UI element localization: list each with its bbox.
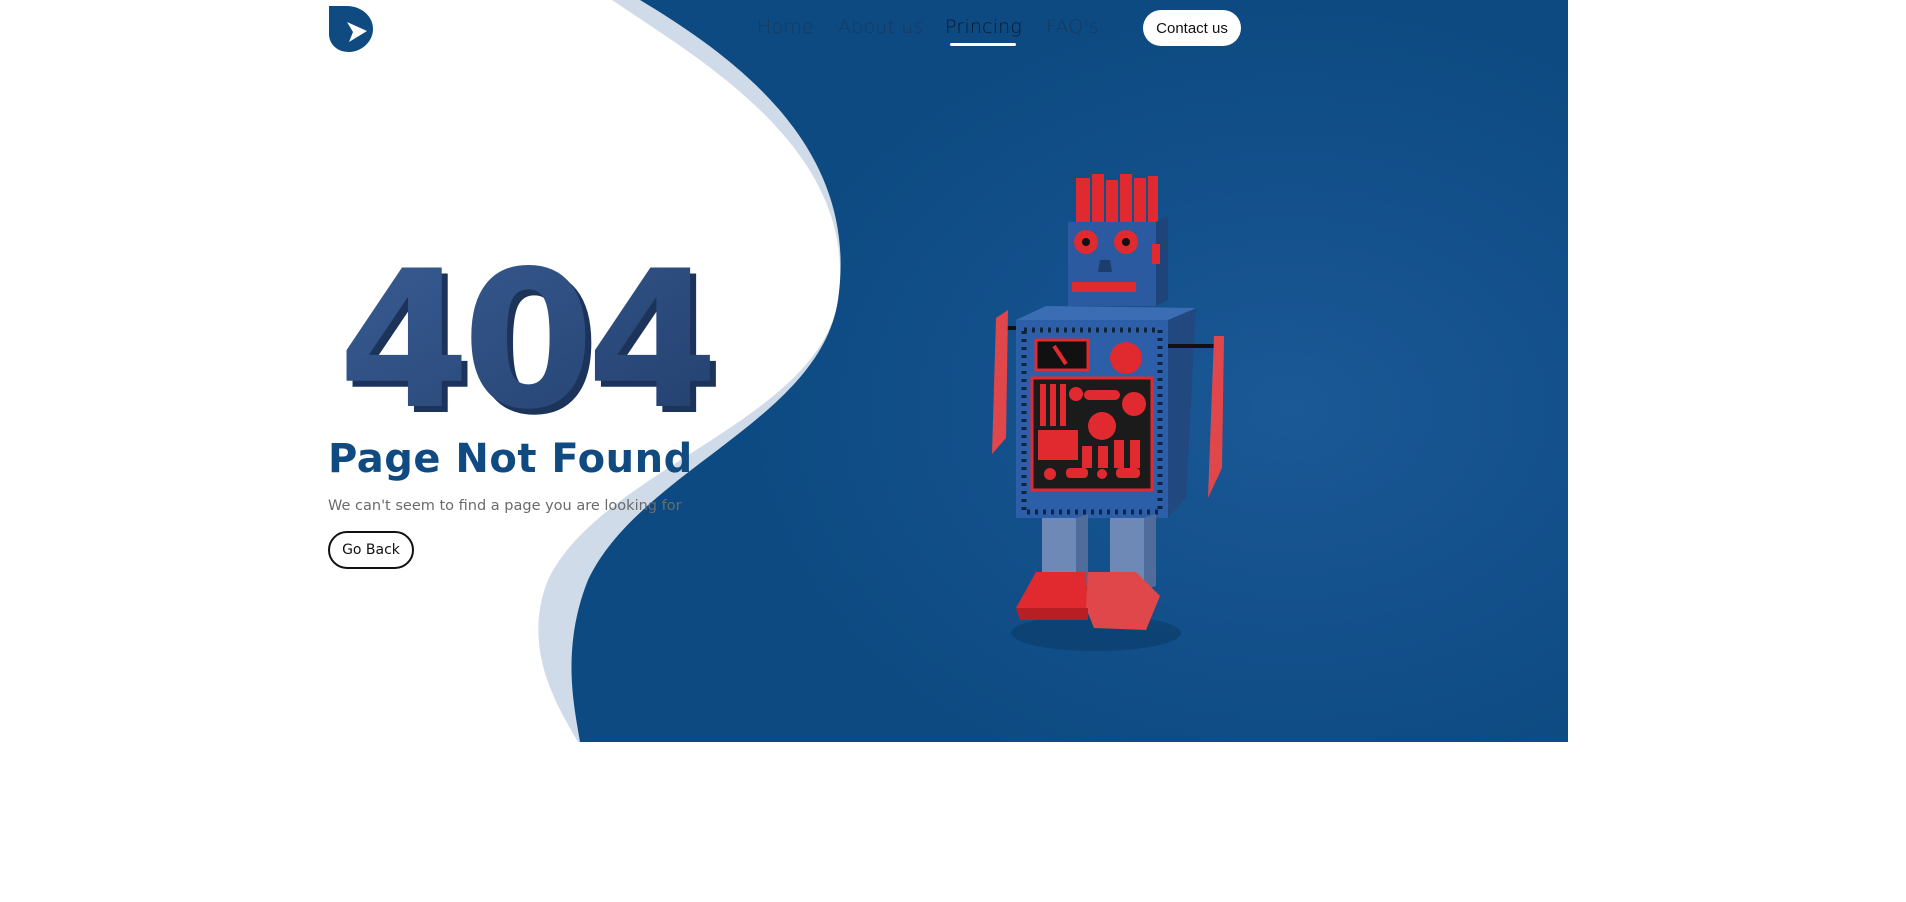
nav-pricing[interactable]: Princing — [945, 16, 1022, 38]
robot-illustration — [992, 174, 1224, 651]
nav-about-us[interactable]: About us — [838, 16, 924, 38]
nav-home[interactable]: Home — [757, 16, 814, 38]
page-title: Page Not Found — [328, 436, 693, 482]
brand-logo-icon[interactable] — [327, 4, 375, 52]
nav-faqs[interactable]: FAQ's — [1046, 16, 1099, 38]
go-back-button[interactable]: Go Back — [328, 531, 414, 569]
background-waves — [538, 0, 1568, 742]
active-nav-underline — [950, 43, 1016, 46]
contact-us-button[interactable]: Contact us — [1143, 10, 1241, 46]
error-code-404: 404 404 — [338, 240, 725, 430]
page-subtitle: We can't seem to find a page you are loo… — [328, 498, 682, 514]
error-code-404-text: 404 — [338, 240, 711, 430]
